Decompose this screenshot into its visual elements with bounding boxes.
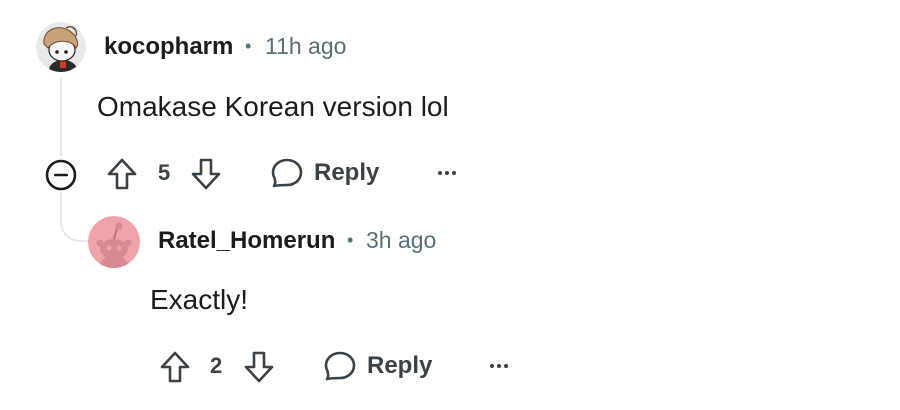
comment-author[interactable]: Ratel_Homerun [158,229,335,253]
collapse-minus-icon [45,159,77,191]
thread-connector [60,192,92,242]
comment-author[interactable]: kocopharm [104,35,233,59]
meta-separator: • [245,36,252,56]
thread-line [60,78,62,156]
meta-separator: • [347,230,354,250]
reply-button[interactable]: Reply [270,157,379,189]
downvote-button[interactable] [241,347,277,387]
upvote-arrow-icon [160,351,190,383]
more-dot [504,364,508,368]
upvote-button[interactable] [104,154,140,194]
comment-body: Omakase Korean version lol [97,91,449,122]
comment-timestamp[interactable]: 3h ago [366,229,436,252]
more-dot [497,364,501,368]
upvote-arrow-icon [107,158,137,190]
collapse-thread-button[interactable] [44,158,78,192]
comment-bubble-icon [324,351,356,381]
default-snoo-avatar-icon [88,216,140,268]
more-options-button[interactable] [490,356,508,376]
reply-label: Reply [367,352,433,379]
downvote-arrow-icon [244,351,274,383]
more-dot [445,171,449,175]
user-avatar[interactable] [36,22,86,72]
vote-count: 2 [210,353,223,378]
upvote-button[interactable] [157,347,193,387]
vote-count: 5 [158,160,171,185]
comment-body: Exactly! [150,284,249,315]
downvote-arrow-icon [191,158,221,190]
downvote-button[interactable] [188,154,224,194]
more-dot [452,171,456,175]
more-dot [490,364,494,368]
reply-label: Reply [314,159,380,186]
reply-button[interactable]: Reply [323,350,432,382]
user-avatar[interactable] [88,216,140,268]
more-dot [438,171,442,175]
comment-bubble-icon [271,158,303,188]
snoo-avatar-icon [36,22,86,72]
more-options-button[interactable] [438,163,456,183]
comment-timestamp[interactable]: 11h ago [265,35,346,58]
